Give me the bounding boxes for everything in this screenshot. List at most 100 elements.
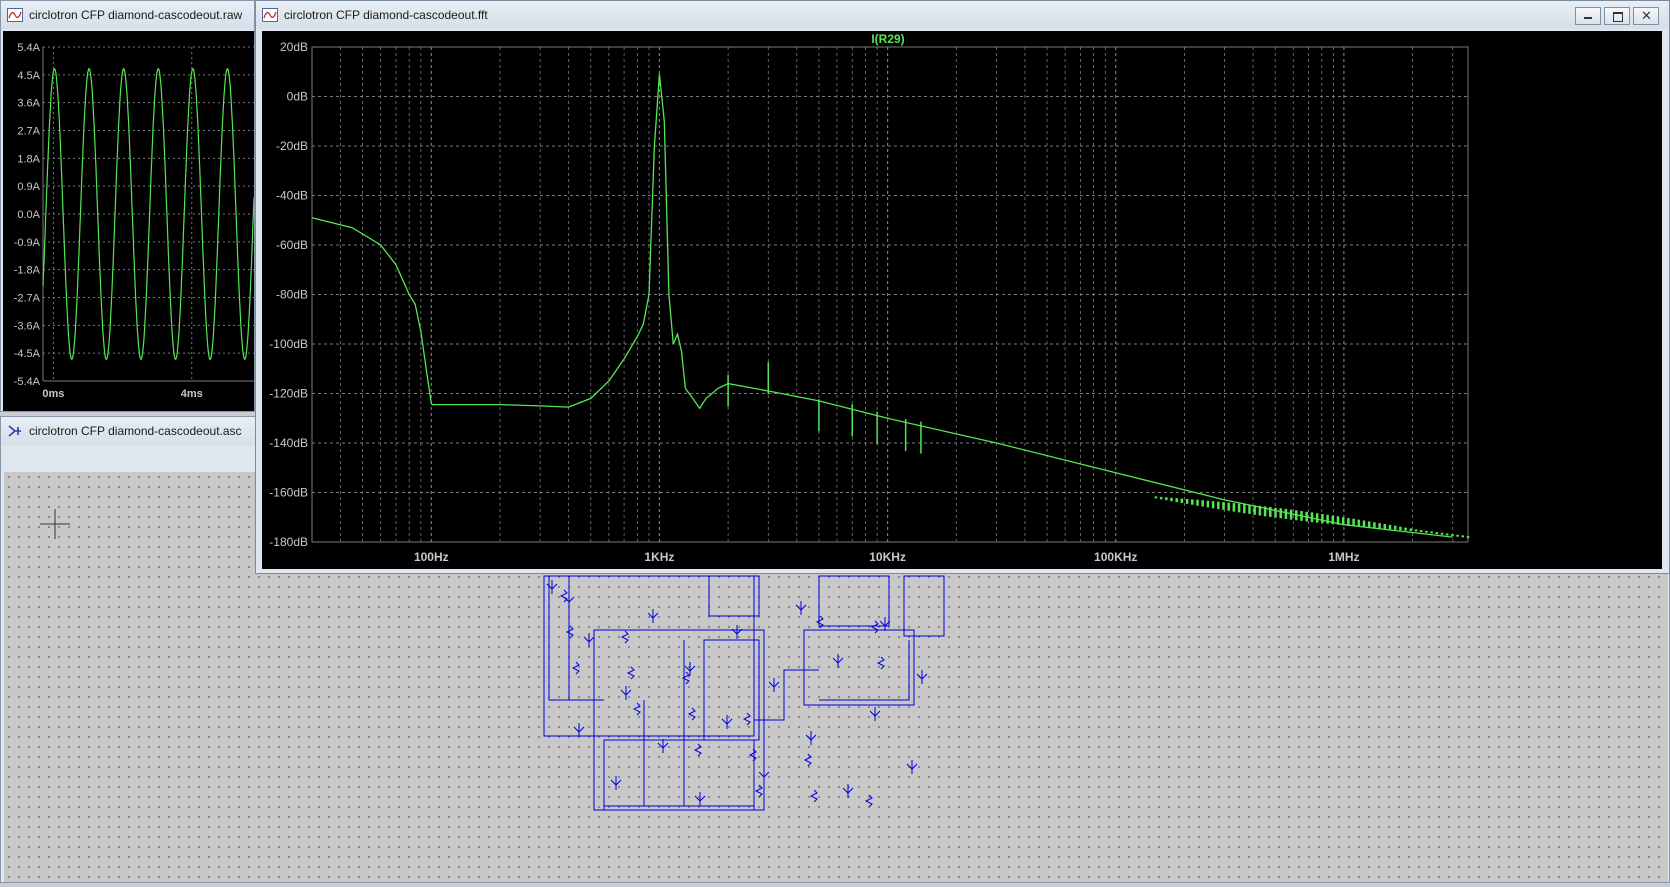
y-tick-label: -100dB bbox=[269, 337, 308, 351]
x-tick-label: 4ms bbox=[181, 388, 203, 400]
transistor-symbol bbox=[731, 625, 743, 639]
resistor-symbol bbox=[559, 589, 568, 603]
noise-floor-band bbox=[1154, 496, 1470, 539]
fft-trace-line bbox=[311, 74, 1453, 538]
transistor-symbol bbox=[805, 731, 817, 745]
y-tick-label: -160dB bbox=[269, 486, 308, 500]
y-tick-label: 1.8A bbox=[17, 153, 40, 165]
y-tick-label: -180dB bbox=[269, 535, 308, 549]
y-tick-label: -20dB bbox=[276, 139, 308, 153]
transistor-symbol bbox=[721, 715, 733, 729]
y-tick-label: 2.7A bbox=[17, 126, 40, 138]
fft-plot-area[interactable]: 20dB 0dB -20dB -40dB -60dB -80dB -100dB -120dB -… bbox=[262, 31, 1662, 569]
fft-window-title: circlotron CFP diamond-cascodeout.fft bbox=[284, 8, 488, 22]
transistor-symbol bbox=[684, 662, 696, 676]
resistor-symbol bbox=[626, 666, 635, 680]
resistor-symbol bbox=[876, 656, 885, 670]
resistor-symbol bbox=[742, 712, 751, 726]
schematic-block bbox=[903, 575, 945, 637]
y-tick-label: -60dB bbox=[276, 238, 308, 252]
transistor-symbol bbox=[768, 678, 780, 692]
x-tick-label: 100Hz bbox=[414, 550, 449, 564]
transistor-symbol bbox=[573, 723, 585, 737]
transistor-symbol bbox=[842, 784, 854, 798]
transistor-symbol bbox=[620, 686, 632, 700]
transistor-symbol bbox=[610, 776, 622, 790]
fft-chart: 20dB 0dB -20dB -40dB -60dB -80dB -100dB -120dB -… bbox=[269, 32, 1470, 564]
schematic-block bbox=[603, 739, 755, 811]
resistor-symbol bbox=[687, 707, 696, 721]
y-tick-label: 20dB bbox=[280, 40, 308, 54]
resistor-symbol bbox=[803, 753, 812, 767]
waveform-icon bbox=[7, 8, 23, 22]
resistor-symbol bbox=[620, 630, 629, 644]
transistor-symbol bbox=[832, 654, 844, 668]
y-tick-label: -0.9A bbox=[14, 237, 41, 249]
y-tick-label: -5.4A bbox=[14, 376, 41, 388]
restore-icon bbox=[1613, 12, 1623, 22]
x-tick-label: 1MHz bbox=[1328, 550, 1359, 564]
fft-window-titlebar[interactable]: circlotron CFP diamond-cascodeout.fft ✕ bbox=[256, 1, 1669, 29]
y-tick-label: -1.8A bbox=[14, 265, 41, 277]
y-tick-label: -120dB bbox=[269, 387, 308, 401]
x-tick-label: 100KHz bbox=[1094, 550, 1137, 564]
y-tick-label: -3.6A bbox=[14, 320, 41, 332]
x-tick-label: 10KHz bbox=[869, 550, 906, 564]
y-tick-label: 3.6A bbox=[17, 98, 40, 110]
transistor-symbol bbox=[583, 633, 595, 647]
restore-button[interactable] bbox=[1604, 7, 1630, 25]
transistor-symbol bbox=[795, 601, 807, 615]
schematic-block bbox=[708, 575, 760, 617]
transistor-symbol bbox=[694, 792, 706, 806]
transistor-symbol bbox=[758, 768, 770, 782]
y-tick-label: -4.5A bbox=[14, 348, 41, 360]
minimize-icon bbox=[1584, 17, 1592, 19]
time-domain-chart: 5.4A 4.5A 3.6A 2.7A 1.8A 0.9A 0.0A -0.9A -1.8A -2… bbox=[14, 42, 255, 400]
y-tick-label: -140dB bbox=[269, 436, 308, 450]
resistor-symbol bbox=[864, 794, 873, 808]
waveform-icon bbox=[262, 8, 278, 22]
close-button[interactable]: ✕ bbox=[1633, 7, 1659, 25]
schematic-block bbox=[818, 575, 890, 627]
minimize-button[interactable] bbox=[1575, 7, 1601, 25]
transistor-symbol bbox=[869, 707, 881, 721]
raw-waveform-window[interactable]: circlotron CFP diamond-cascodeout.raw 5.… bbox=[0, 0, 255, 412]
y-tick-label: -40dB bbox=[276, 189, 308, 203]
y-tick-label: -2.7A bbox=[14, 293, 41, 305]
y-tick-label: 0.9A bbox=[17, 181, 40, 193]
x-tick-label: 0ms bbox=[42, 388, 64, 400]
schematic-block bbox=[593, 629, 765, 811]
raw-window-title: circlotron CFP diamond-cascodeout.raw bbox=[29, 8, 243, 22]
resistor-symbol bbox=[870, 620, 879, 634]
schematic-icon bbox=[8, 425, 21, 437]
transistor-symbol bbox=[916, 670, 928, 684]
schematic-block bbox=[803, 629, 915, 706]
y-tick-label: 0dB bbox=[287, 90, 308, 104]
schematic-wire bbox=[604, 640, 755, 807]
y-tick-label: 0.0A bbox=[17, 209, 40, 221]
transistor-symbol bbox=[647, 609, 659, 623]
resistor-symbol bbox=[754, 784, 763, 798]
y-tick-label: 4.5A bbox=[17, 70, 40, 82]
trace-title-label: I(R29) bbox=[871, 32, 904, 46]
transistor-symbol bbox=[657, 739, 669, 753]
transistor-symbol bbox=[906, 760, 918, 774]
resistor-symbol bbox=[809, 789, 818, 803]
resistor-symbol bbox=[632, 702, 641, 716]
resistor-symbol bbox=[571, 661, 580, 675]
schematic-window-title: circlotron CFP diamond-cascodeout.asc bbox=[29, 424, 242, 438]
y-tick-label: -80dB bbox=[276, 288, 308, 302]
crosshair-cursor-icon bbox=[40, 509, 70, 539]
x-tick-label: 1KHz bbox=[644, 550, 674, 564]
fft-window[interactable]: circlotron CFP diamond-cascodeout.fft ✕ … bbox=[255, 0, 1670, 574]
resistor-symbol bbox=[565, 625, 574, 639]
resistor-symbol bbox=[748, 748, 757, 762]
schematic-wire bbox=[548, 576, 910, 721]
schematic-block bbox=[543, 575, 755, 737]
time-plot-area[interactable]: 5.4A 4.5A 3.6A 2.7A 1.8A 0.9A 0.0A -0.9A -1.8A -2… bbox=[3, 31, 255, 411]
raw-window-titlebar[interactable]: circlotron CFP diamond-cascodeout.raw bbox=[1, 1, 254, 29]
close-icon: ✕ bbox=[1641, 8, 1652, 23]
y-tick-label: 5.4A bbox=[17, 42, 40, 54]
resistor-symbol bbox=[693, 743, 702, 757]
schematic-block bbox=[703, 639, 760, 741]
